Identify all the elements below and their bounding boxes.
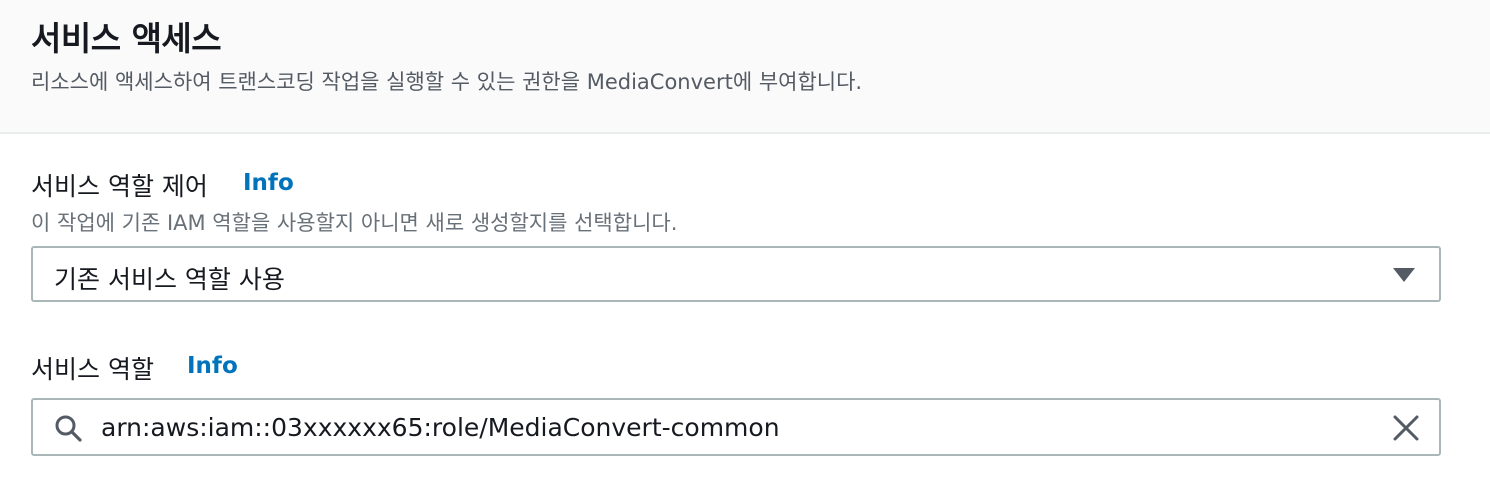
section-header: 서비스 액세스 리소스에 액세스하여 트랜스코딩 작업을 실행할 수 있는 권한… xyxy=(0,0,1490,134)
role-control-info-link[interactable]: Info xyxy=(243,170,294,196)
service-role-label: 서비스 역할 xyxy=(31,355,154,384)
section-description: 리소스에 액세스하여 트랜스코딩 작업을 실행할 수 있는 권한을 MediaC… xyxy=(31,70,863,94)
service-role-info-link[interactable]: Info xyxy=(187,353,238,379)
service-role-search-field[interactable] xyxy=(31,398,1441,456)
caret-down-icon xyxy=(1393,268,1415,282)
role-control-select[interactable]: 기존 서비스 역할 사용 xyxy=(31,246,1441,302)
role-control-selected-value: 기존 서비스 역할 사용 xyxy=(54,265,285,294)
role-control-label: 서비스 역할 제어 xyxy=(31,172,208,201)
search-icon xyxy=(55,415,82,442)
role-control-description: 이 작업에 기존 IAM 역할을 사용할지 아니면 새로 생성할지를 선택합니다… xyxy=(31,211,678,235)
section-title: 서비스 액세스 xyxy=(31,19,222,58)
close-icon[interactable] xyxy=(1391,413,1421,443)
service-role-input[interactable] xyxy=(101,406,1361,448)
